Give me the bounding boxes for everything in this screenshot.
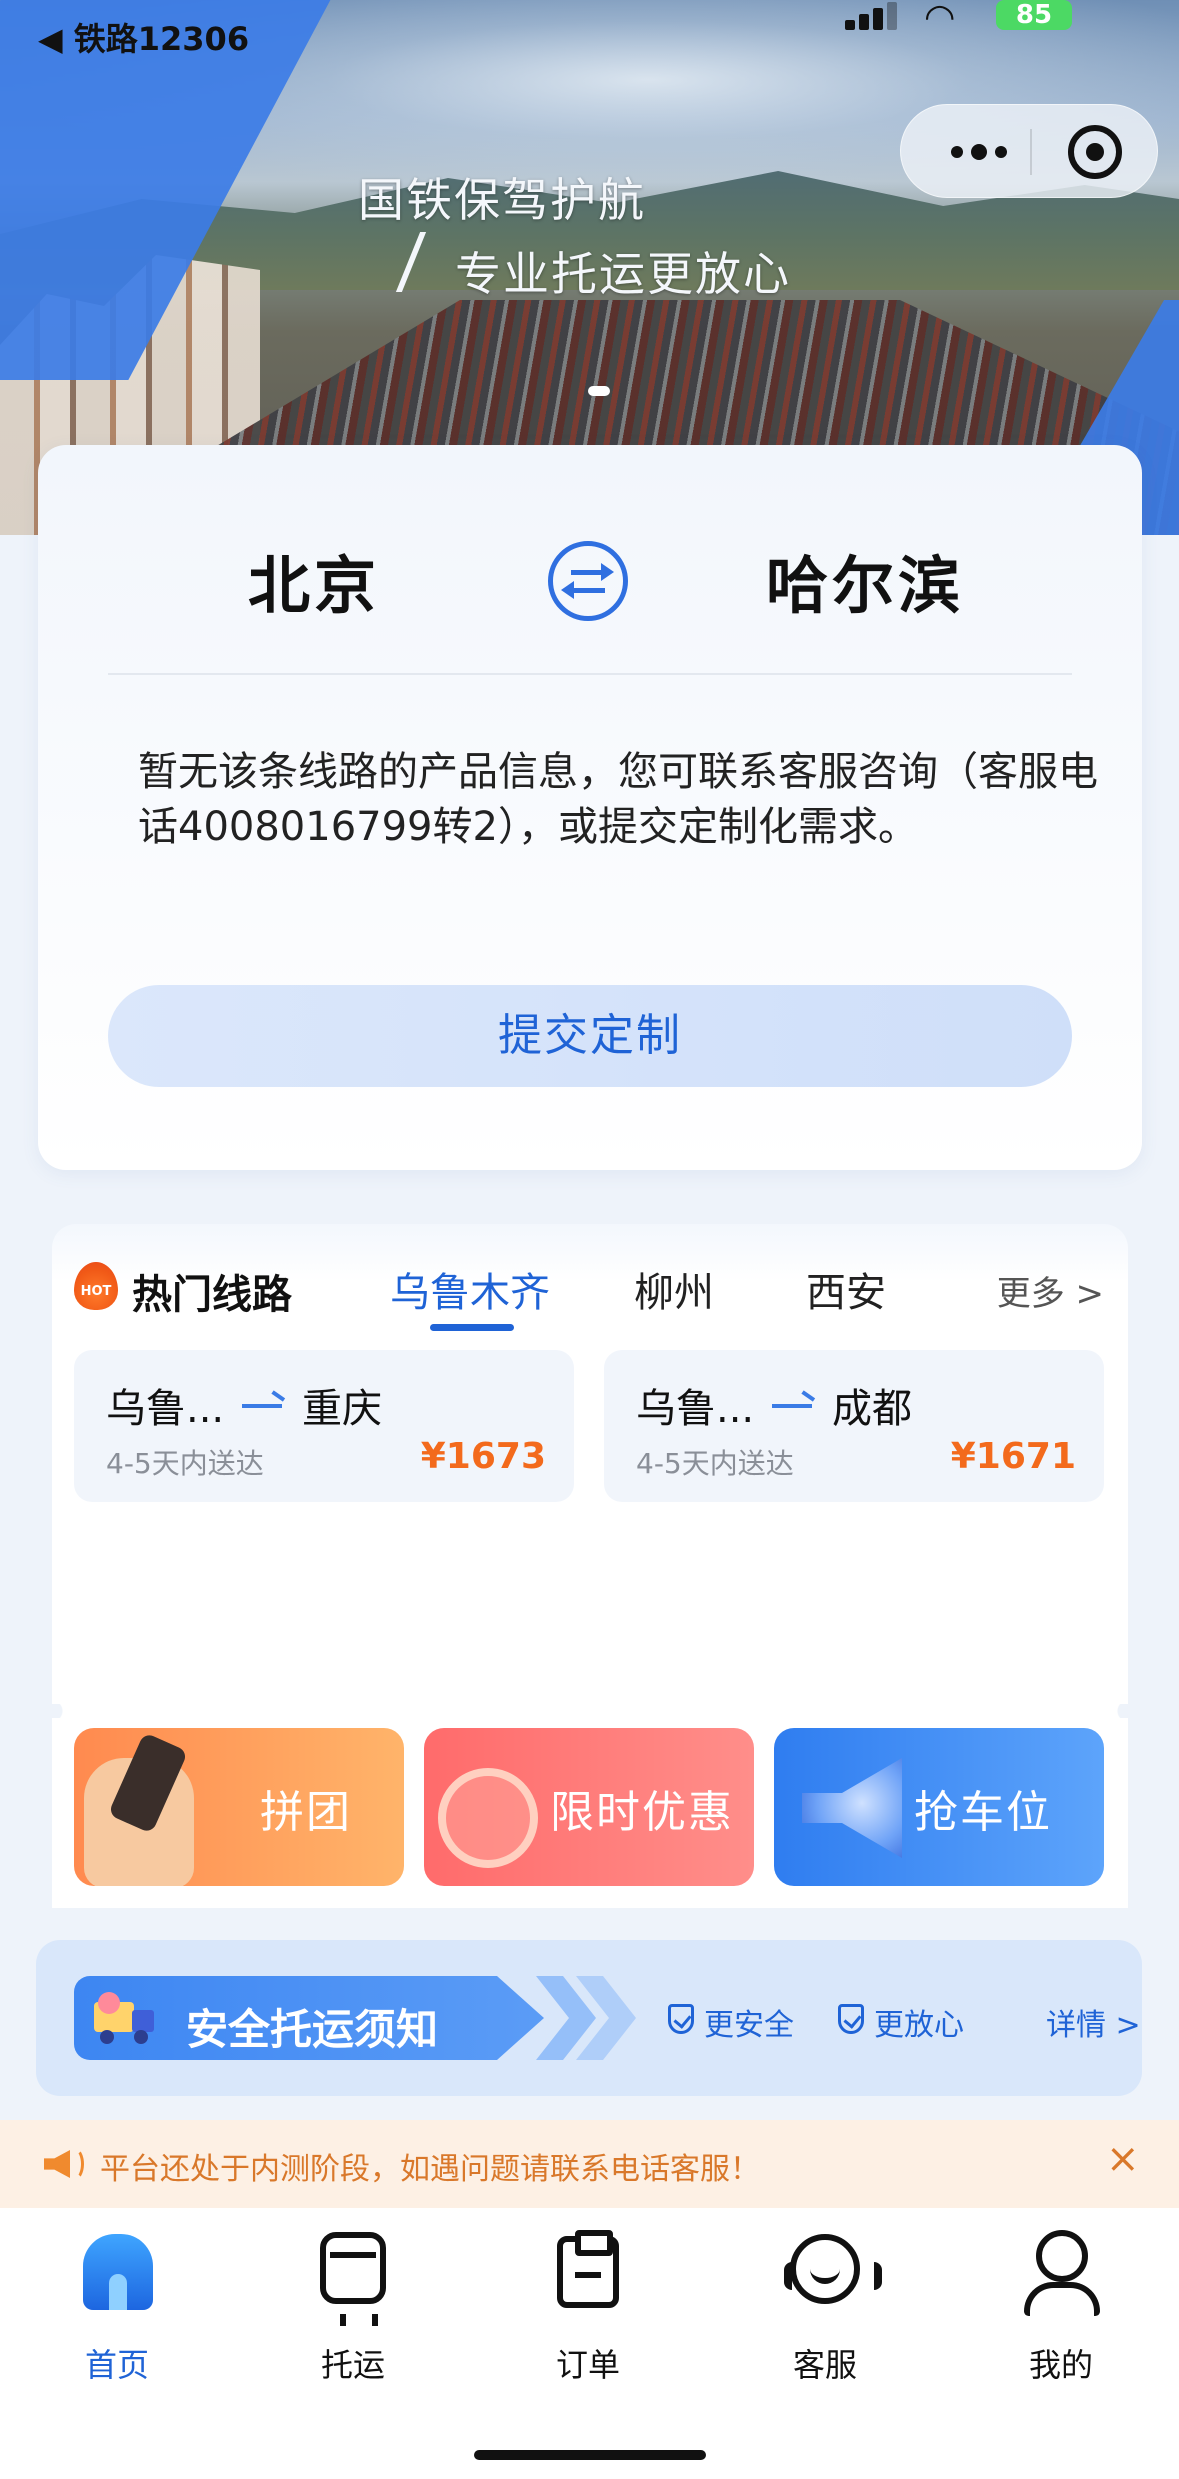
shield-check-icon bbox=[838, 2004, 864, 2034]
home-icon bbox=[83, 2234, 153, 2310]
active-tab-underline bbox=[430, 1324, 514, 1331]
megaphone-icon bbox=[802, 1758, 902, 1858]
promo-row: 拼团 限时优惠 抢车位 bbox=[52, 1718, 1128, 1908]
no-product-notice: 暂无该条线路的产品信息，您可联系客服咨询（客服电话4008016799转2），或… bbox=[138, 749, 1098, 850]
more-routes-link[interactable]: 更多 > bbox=[997, 1266, 1104, 1315]
headset-icon bbox=[784, 2234, 882, 2304]
arrow-right-icon bbox=[772, 1404, 812, 1408]
route-item[interactable]: 乌鲁... 重庆 4-5天内送达 ¥1673 bbox=[74, 1350, 574, 1502]
limited-offer-label: 限时优惠 bbox=[550, 1787, 734, 1838]
user-icon-body bbox=[1024, 2282, 1100, 2316]
user-icon bbox=[1036, 2230, 1088, 2282]
more-menu-icon[interactable] bbox=[929, 105, 1029, 199]
tab-shipping[interactable]: 托运 bbox=[288, 2226, 418, 2384]
tab-profile-label: 我的 bbox=[1028, 2346, 1093, 2384]
tab-customer-service[interactable]: 客服 bbox=[760, 2226, 890, 2384]
grab-seat-button[interactable]: 抢车位 bbox=[774, 1728, 1104, 1886]
announcement-bar: 平台还处于内测阶段，如遇问题请联系电话客服！ × bbox=[0, 2120, 1179, 2208]
delivery-truck-icon bbox=[94, 1992, 156, 2044]
tab-customer-service-label: 客服 bbox=[792, 2346, 857, 2384]
hot-routes-panel: HOT 热门线路 乌鲁木齐 柳州 西安 更多 > 乌鲁... 重庆 4-5天内送… bbox=[52, 1224, 1128, 1704]
route-divider bbox=[108, 673, 1072, 675]
submit-custom-button[interactable]: 提交定制 bbox=[108, 985, 1072, 1087]
safety-details-link[interactable]: 详情 > bbox=[1046, 2000, 1141, 2044]
miniprogram-capsule bbox=[900, 104, 1158, 198]
tab-home[interactable]: 首页 bbox=[52, 2226, 182, 2384]
route-eta: 4-5天内送达 bbox=[106, 1447, 264, 1480]
departure-city[interactable]: 北京 bbox=[248, 535, 380, 625]
grab-seat-label: 抢车位 bbox=[914, 1787, 1052, 1838]
route-from: 乌鲁... bbox=[106, 1386, 225, 1432]
tab-xian[interactable]: 西安 bbox=[806, 1260, 886, 1318]
tab-shipping-label: 托运 bbox=[320, 2346, 385, 2384]
route-item[interactable]: 乌鲁... 成都 4-5天内送达 ¥1671 bbox=[604, 1350, 1104, 1502]
tab-orders[interactable]: 订单 bbox=[523, 2226, 653, 2384]
banner-indicator-dot bbox=[588, 386, 610, 396]
wifi-icon: ◠ bbox=[924, 0, 956, 38]
banner-headline: 国铁保驾护航 bbox=[358, 173, 646, 227]
route-search-card: 北京 哈尔滨 暂无该条线路的产品信息，您可联系客服咨询（客服电话40080167… bbox=[38, 445, 1142, 1170]
bottom-tab-bar: 首页 托运 订单 客服 我的 bbox=[0, 2208, 1179, 2479]
train-icon bbox=[320, 2232, 386, 2326]
arrow-right-icon bbox=[242, 1404, 282, 1408]
capsule-divider bbox=[1030, 129, 1032, 175]
swap-cities-icon[interactable] bbox=[548, 541, 628, 621]
tab-orders-label: 订单 bbox=[555, 2346, 620, 2384]
group-buy-button[interactable]: 拼团 bbox=[74, 1728, 404, 1886]
banner-subheadline: 专业托运更放心 bbox=[455, 247, 791, 301]
route-to: 重庆 bbox=[302, 1386, 382, 1432]
announcement-text: 平台还处于内测阶段，如遇问题请联系电话客服！ bbox=[100, 2152, 760, 2187]
home-indicator[interactable] bbox=[474, 2450, 706, 2460]
group-buy-label: 拼团 bbox=[260, 1787, 352, 1838]
tab-profile[interactable]: 我的 bbox=[996, 2226, 1126, 2384]
safety-notice-title: 安全托运须知 bbox=[186, 2005, 439, 2054]
speaker-icon bbox=[44, 2146, 84, 2182]
cellular-signal-icon bbox=[845, 2, 905, 30]
clipboard-icon bbox=[557, 2230, 619, 2308]
tab-liuzhou[interactable]: 柳州 bbox=[634, 1260, 714, 1318]
route-eta: 4-5天内送达 bbox=[636, 1447, 794, 1480]
hot-routes-title: 热门线路 bbox=[132, 1272, 292, 1318]
battery-indicator: 85 bbox=[996, 0, 1072, 30]
close-icon[interactable]: × bbox=[1106, 2136, 1140, 2182]
route-price: ¥1671 bbox=[950, 1436, 1076, 1477]
alarm-clock-icon bbox=[438, 1768, 538, 1868]
back-to-app-link[interactable]: ◀ 铁路12306 bbox=[38, 14, 249, 60]
safety-notice-banner[interactable]: 安全托运须知 更安全 更放心 详情 > bbox=[36, 1940, 1142, 2096]
hot-fire-icon: HOT bbox=[74, 1262, 118, 1310]
route-to: 成都 bbox=[832, 1386, 912, 1432]
safety-tag-safer: 更安全 bbox=[704, 2008, 794, 2043]
route-from: 乌鲁... bbox=[636, 1386, 755, 1432]
route-price: ¥1673 bbox=[420, 1436, 546, 1477]
close-miniprogram-icon[interactable] bbox=[1068, 125, 1122, 179]
safety-tag-assured: 更放心 bbox=[874, 2008, 964, 2043]
tab-home-label: 首页 bbox=[84, 2346, 149, 2384]
arrival-city[interactable]: 哈尔滨 bbox=[766, 535, 964, 625]
shield-check-icon bbox=[668, 2004, 694, 2034]
tab-urumqi[interactable]: 乌鲁木齐 bbox=[390, 1260, 550, 1318]
limited-offer-button[interactable]: 限时优惠 bbox=[424, 1728, 754, 1886]
panel-perforation bbox=[52, 1704, 1128, 1718]
